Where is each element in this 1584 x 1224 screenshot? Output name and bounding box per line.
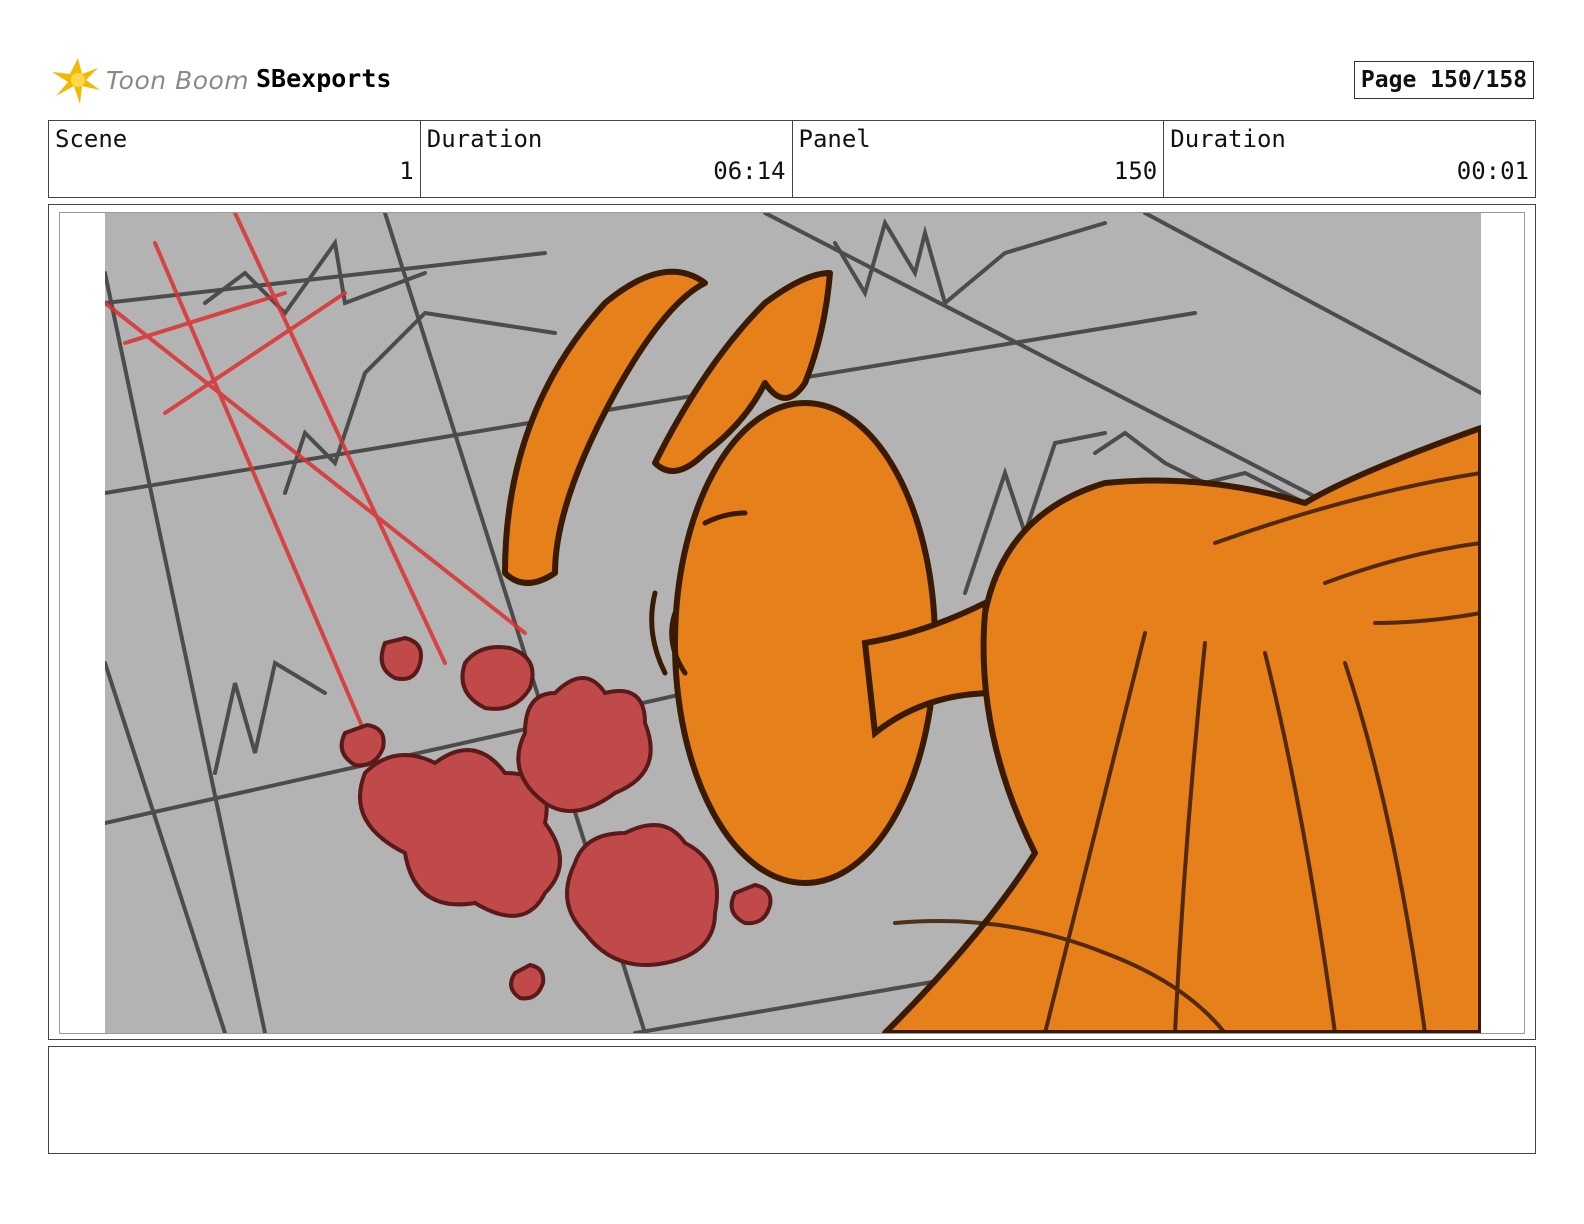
panel-notes-box (48, 1046, 1536, 1154)
project-name: SBexports (256, 64, 392, 93)
scene-duration-cell: Duration 06:14 (421, 121, 793, 197)
scene-duration-value: 06:14 (713, 157, 786, 185)
toon-boom-logo: Toon Boom (50, 52, 249, 108)
panel-drawing (105, 213, 1481, 1033)
scene-cell: Scene 1 (49, 121, 421, 197)
scene-value: 1 (399, 157, 414, 185)
scene-label: Scene (55, 125, 128, 153)
panel-cell: Panel 150 (793, 121, 1165, 197)
panel-label: Panel (798, 125, 871, 153)
storyboard-panel-image (105, 213, 1481, 1033)
panel-duration-cell: Duration 00:01 (1164, 121, 1535, 197)
panel-duration-label: Duration (1170, 125, 1286, 153)
panel-duration-value: 00:01 (1456, 157, 1529, 185)
panel-info-table: Scene 1 Duration 06:14 Panel 150 Duratio… (48, 120, 1536, 198)
starburst-icon (52, 58, 100, 104)
panel-value: 150 (1113, 157, 1158, 185)
scene-duration-label: Duration (426, 125, 543, 153)
logo-text: Toon Boom (106, 65, 250, 95)
page-indicator: Page 150/158 (1354, 61, 1534, 99)
